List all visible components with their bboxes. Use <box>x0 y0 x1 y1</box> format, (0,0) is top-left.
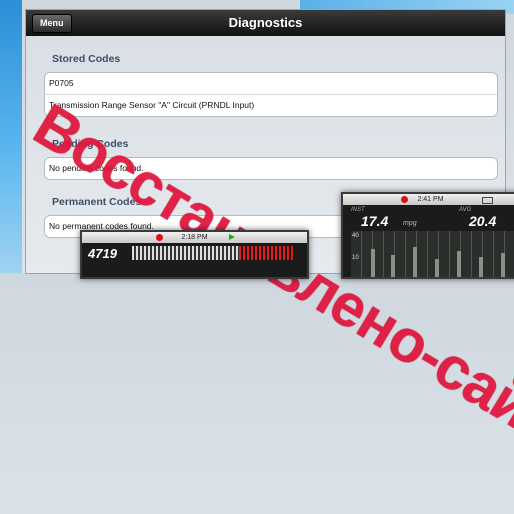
stored-code-row[interactable]: P0705 <box>45 73 497 95</box>
pending-codes-row: No pending codes found. <box>49 163 144 173</box>
graph-bar <box>479 257 483 277</box>
graph-bar <box>435 259 439 277</box>
rpm-bar-gauge <box>132 246 294 260</box>
record-icon <box>401 196 408 203</box>
mpg-overlay-screen: 2:41 PM INST 17.4 mpg AVG 20.4 40 10 <box>341 192 514 279</box>
navigation-bar: Menu Diagnostics <box>26 10 505 36</box>
pending-codes-heading: Pending Codes <box>52 138 129 150</box>
stored-codes-card: P0705 Transmission Range Sensor "A" Circ… <box>44 72 498 117</box>
play-icon <box>229 234 235 240</box>
background-left-strip <box>0 0 22 273</box>
mpg-history-graph: 40 10 <box>351 231 514 277</box>
axis-label-low: 10 <box>352 255 359 261</box>
status-bar: 2:18 PM <box>82 232 307 243</box>
avg-value: 20.4 <box>469 213 497 229</box>
page-title: Diagnostics <box>228 15 303 30</box>
battery-icon <box>482 197 493 204</box>
graph-bar <box>457 251 461 277</box>
rpm-value: 4719 <box>88 246 117 261</box>
inst-unit: mpg <box>403 220 417 227</box>
status-time: 2:18 PM <box>181 234 208 241</box>
status-time: 2:41 PM <box>417 196 444 203</box>
inst-value: 17.4 <box>361 213 389 229</box>
pending-codes-card: No pending codes found. <box>44 157 498 180</box>
record-icon <box>156 234 163 241</box>
rpm-redline <box>239 246 294 260</box>
rpm-overlay-screen: 2:18 PM 4719 <box>80 230 309 279</box>
graph-bar <box>501 253 505 277</box>
stored-codes-heading: Stored Codes <box>52 53 121 65</box>
axis-label-top: 40 <box>352 233 359 239</box>
stored-code-description[interactable]: Transmission Range Sensor "A" Circuit (P… <box>45 95 497 116</box>
status-bar: 2:41 PM <box>343 194 514 205</box>
permanent-codes-heading: Permanent Codes <box>52 196 142 208</box>
graph-bar <box>391 255 395 277</box>
